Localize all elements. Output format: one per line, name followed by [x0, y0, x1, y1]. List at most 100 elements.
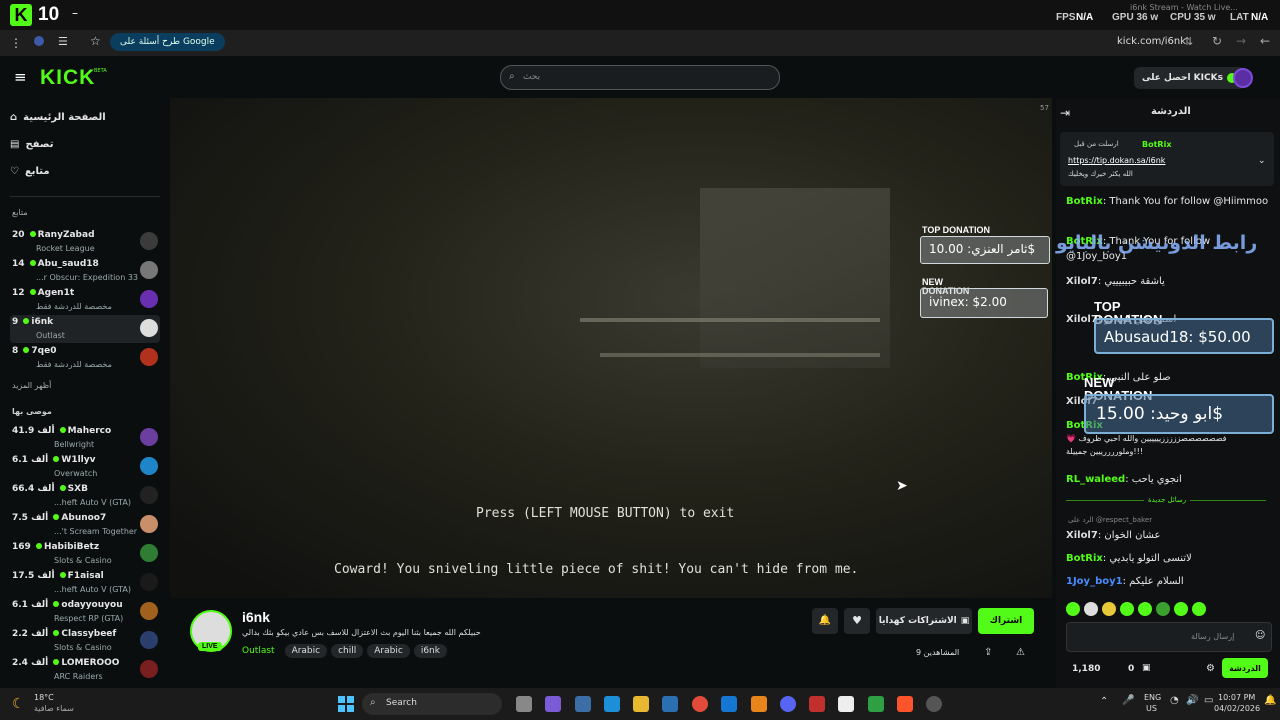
emote-icon[interactable]: [1192, 602, 1206, 616]
forward-icon[interactable]: →: [1236, 34, 1246, 48]
emote-icon[interactable]: [1066, 602, 1080, 616]
windows-start-icon[interactable]: [338, 696, 354, 712]
clock-date[interactable]: 04/02/2026: [1214, 704, 1260, 713]
wifi-icon[interactable]: ◔: [1170, 695, 1179, 706]
channel-item[interactable]: 6.1 ألف W1llyv Overwatch: [10, 453, 160, 481]
mail-icon[interactable]: [721, 696, 737, 712]
app-icon[interactable]: [809, 696, 825, 712]
tag[interactable]: chill: [331, 644, 364, 658]
chevron-down-icon[interactable]: ⌄: [1258, 156, 1266, 166]
channel-item[interactable]: 41.9 ألف Maherco Bellwright: [10, 424, 160, 452]
lang-primary[interactable]: ENG: [1144, 693, 1161, 702]
send-chat-button[interactable]: الدردشة: [1222, 658, 1268, 678]
app-icon[interactable]: [926, 696, 942, 712]
tag[interactable]: Arabic: [284, 644, 328, 658]
google-ask-chip[interactable]: طرح أسئلة على Google: [110, 33, 225, 51]
channel-item[interactable]: 7.5 ألف Abunoo7 ...'t Scream Together: [10, 511, 160, 539]
clock-time[interactable]: 10:07 PM: [1218, 693, 1255, 702]
video-player[interactable]: 57 TOP DONATION ثامر العنزي: 10.00$ NEW …: [170, 98, 1052, 598]
battery-icon[interactable]: ▭: [1204, 695, 1213, 706]
channel-item[interactable]: 17.5 ألف F1aisal ...heft Auto V (GTA): [10, 569, 160, 597]
site-settings-icon[interactable]: ⇅: [1184, 35, 1193, 48]
channel-item-active[interactable]: 9 i6nk Outlast: [10, 315, 160, 343]
tag[interactable]: i6nk: [413, 644, 447, 658]
chat-message: RL_waleed: انجوي ياحب: [1066, 474, 1182, 485]
emote-icon[interactable]: [1138, 602, 1152, 616]
channel-item[interactable]: 66.4 ألف SXB ...heft Auto V (GTA): [10, 482, 160, 510]
emote-icon[interactable]: [1102, 602, 1116, 616]
star-icon[interactable]: ☆: [90, 34, 101, 48]
url-bar[interactable]: kick.com/i6nk: [1117, 36, 1186, 47]
stream-title: حبيلكم الله جميعا بثنا اليوم بث الاعتزال…: [242, 628, 481, 637]
channel-item[interactable]: 169 HabibiBetz Slots & Casino: [10, 540, 160, 568]
subscribe-button[interactable]: اشتراك: [978, 608, 1034, 634]
task-view-icon[interactable]: [516, 696, 532, 712]
emote-icon[interactable]: [1174, 602, 1188, 616]
volume-icon[interactable]: 🔊: [1186, 695, 1198, 706]
edge-icon[interactable]: [604, 696, 620, 712]
avatar: [140, 544, 158, 562]
chat-input[interactable]: إرسال رسالة ☺: [1066, 622, 1272, 652]
collapse-chat-icon[interactable]: ⇥: [1060, 106, 1070, 120]
heart-icon: ♥: [852, 614, 862, 627]
share-icon[interactable]: ⇪: [984, 647, 992, 658]
obs-icon[interactable]: [838, 696, 854, 712]
search-input[interactable]: ⌕ بحث: [500, 65, 780, 90]
emote-icon[interactable]: [1120, 602, 1134, 616]
channel-item[interactable]: 2.2 ألف Classybeef Slots & Casino: [10, 627, 160, 655]
notification-bell-icon[interactable]: 🔔: [1264, 695, 1276, 706]
nav-following[interactable]: ♡ متابع: [10, 166, 50, 177]
gift-subs-button[interactable]: الاشتراكات كهدايا ▣: [876, 608, 972, 634]
hamburger-icon[interactable]: ≡: [14, 68, 27, 86]
brave-icon[interactable]: [897, 696, 913, 712]
discord-icon[interactable]: [780, 696, 796, 712]
lang-secondary[interactable]: US: [1146, 704, 1157, 713]
kick-k-logo: K: [10, 4, 32, 26]
category-link[interactable]: Outlast: [242, 646, 275, 656]
avatar: [140, 232, 158, 250]
nav-browse[interactable]: ▤ تصفح: [10, 139, 53, 150]
channel-item[interactable]: 20 RanyZabad Rocket League: [10, 228, 160, 256]
tag[interactable]: Arabic: [367, 644, 410, 658]
back-icon[interactable]: ←: [1260, 34, 1270, 48]
pinned-link[interactable]: https://tip.dokan.sa/i6nk: [1068, 156, 1165, 165]
kick-logo[interactable]: KICK: [40, 66, 95, 90]
mic-icon[interactable]: 🎤: [1122, 695, 1134, 706]
app-icon[interactable]: [575, 696, 591, 712]
channel-item[interactable]: 6.1 ألف odayyouyou Respect RP (GTA): [10, 598, 160, 626]
channel-item[interactable]: 2.4 ألف LOMEROOO ARC Raiders: [10, 656, 160, 684]
explorer-icon[interactable]: [633, 696, 649, 712]
profile-icon[interactable]: [34, 36, 44, 46]
copilot-icon[interactable]: [545, 696, 561, 712]
press-exit-text: Press (LEFT MOUSE BUTTON) to exit: [476, 506, 735, 521]
chat-message: 1Joy_boy1: السلام عليكم: [1066, 576, 1184, 587]
chrome-icon[interactable]: [692, 696, 708, 712]
show-more-link[interactable]: أظهر المزيد: [12, 381, 51, 390]
nav-home[interactable]: ⌂ الصفحة الرئيسية: [10, 112, 106, 123]
follow-heart-button[interactable]: ♥: [844, 608, 870, 634]
menu-dots-icon[interactable]: ⋮: [10, 36, 22, 50]
channel-item[interactable]: 8 7qe0 مخصصة للدردشة فقط: [10, 344, 160, 372]
report-icon[interactable]: ⚠: [1016, 647, 1025, 658]
chat-message: BotRix: لاتنسى التولو يابديي: [1066, 553, 1192, 564]
emote-icon[interactable]: [1084, 602, 1098, 616]
user-avatar[interactable]: [1233, 68, 1253, 88]
vlc-icon[interactable]: [751, 696, 767, 712]
avatar: [140, 602, 158, 620]
streamer-name[interactable]: i6nk: [242, 609, 270, 625]
channel-item[interactable]: 14 Abu_saud18 ...r Obscur: Expedition 33: [10, 257, 160, 285]
emote-icon[interactable]: [1156, 602, 1170, 616]
xbox-icon[interactable]: [868, 696, 884, 712]
emoji-icon[interactable]: ☺: [1255, 630, 1265, 641]
chevron-up-icon[interactable]: ⌃: [1100, 696, 1108, 707]
tune-icon[interactable]: ☰: [58, 35, 68, 48]
gear-icon[interactable]: ⚙: [1206, 663, 1215, 674]
notification-bell-button[interactable]: 🔔: [812, 608, 838, 634]
gift-icon[interactable]: ▣: [1142, 663, 1151, 673]
store-icon[interactable]: [662, 696, 678, 712]
top-donation-label: TOP DONATION: [922, 225, 991, 235]
channel-item[interactable]: 12 Agen1t مخصصة للدردشة فقط: [10, 286, 160, 314]
get-kicks-button[interactable]: احصل على KICKs: [1134, 67, 1245, 89]
reload-icon[interactable]: ↻: [1212, 34, 1222, 48]
taskbar-search[interactable]: ⌕ Search: [362, 693, 502, 715]
